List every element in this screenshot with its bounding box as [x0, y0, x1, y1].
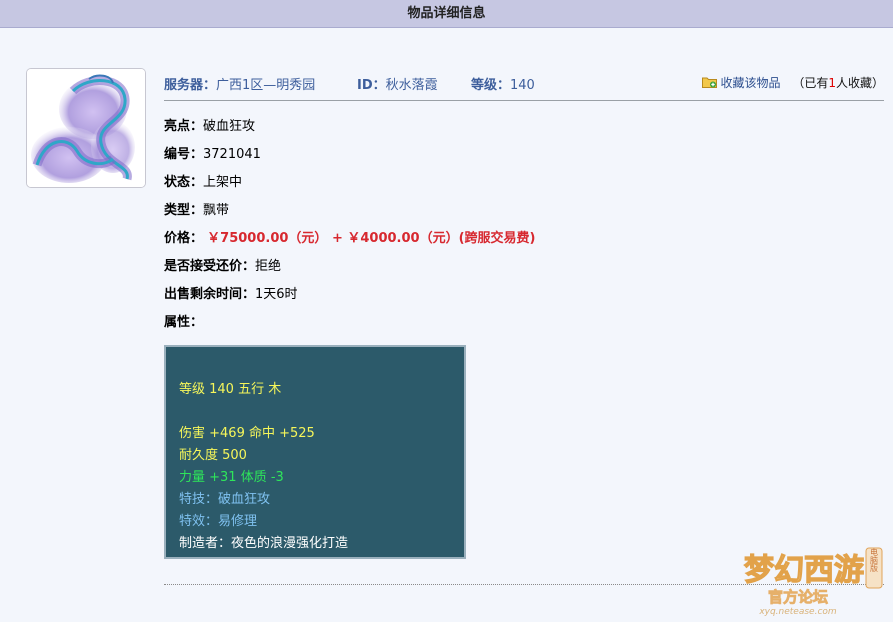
attr-special-skill: 特技：破血狂攻 [179, 492, 271, 507]
badge-text: 电脑版 [870, 547, 879, 573]
favorite-link[interactable]: 收藏该物品 [720, 76, 780, 90]
number-value: 3721041 [203, 147, 261, 162]
attributes-panel: 等级 140 五行 木 伤害 +469 命中 +525 耐久度 500 力量 +… [164, 345, 466, 559]
status-field: 状态：上架中 [164, 171, 242, 190]
attr-durability: 耐久度 500 [179, 448, 247, 463]
server-value: 广西1区—明秀园 [216, 78, 316, 93]
highlight-field: 亮点：破血狂攻 [164, 115, 255, 134]
server-info: 服务器：广西1区—明秀园 [164, 74, 315, 93]
level-info: 等级：140 [471, 74, 535, 93]
level-value: 140 [510, 78, 535, 93]
ribbon-item-icon [27, 69, 145, 187]
favorite-count-text: （已有1人收藏） [792, 76, 884, 90]
subtitle-text: 官方论坛 [768, 588, 828, 606]
id-label: ID： [357, 78, 386, 93]
price-label: 价格： [164, 231, 204, 246]
type-value: 飘带 [203, 203, 230, 218]
attr-level-element: 等级 140 五行 木 [179, 382, 282, 397]
attr-special-effect: 特效：易修理 [179, 514, 258, 529]
highlight-value: 破血狂攻 [203, 119, 256, 134]
logo-text: 梦幻西游 [744, 553, 864, 588]
attr-damage-hit: 伤害 +469 命中 +525 [179, 426, 315, 441]
bargain-value: 拒绝 [255, 259, 282, 274]
site-watermark: 梦幻西游 电脑版 官方论坛 xyq.netease.com [738, 530, 888, 618]
bargain-field: 是否接受还价：拒绝 [164, 255, 281, 274]
type-field: 类型：飘带 [164, 199, 229, 218]
attributes-field: 属性： [164, 311, 203, 330]
level-label: 等级： [471, 78, 511, 93]
domain-text: xyq.netease.com [758, 607, 837, 617]
id-value: 秋水落霞 [385, 78, 438, 93]
item-image [26, 68, 146, 188]
number-field: 编号：3721041 [164, 143, 261, 162]
remaining-value: 1天6时 [255, 287, 298, 302]
remaining-label: 出售剩余时间： [164, 287, 256, 302]
attr-maker: 制造者：夜色的浪漫强化打造 [179, 536, 349, 551]
status-value: 上架中 [203, 175, 243, 190]
favorite-button[interactable]: 收藏该物品 [702, 76, 784, 90]
favorite-count: 1 [828, 76, 836, 90]
type-label: 类型： [164, 203, 204, 218]
highlight-label: 亮点： [164, 119, 204, 134]
price-field: 价格： ￥75000.00（元） + ￥4000.00（元）(跨服交易费) [164, 227, 535, 246]
page-title: 物品详细信息 [0, 0, 893, 28]
attr-strength-constitution: 力量 +31 体质 -3 [179, 470, 284, 485]
number-label: 编号： [164, 147, 204, 162]
seller-id-info: ID：秋水落霞 [357, 74, 438, 93]
attributes-label: 属性： [164, 315, 204, 330]
remaining-time-field: 出售剩余时间：1天6时 [164, 283, 298, 302]
watermark-logo: 梦幻西游 电脑版 官方论坛 xyq.netease.com [743, 547, 883, 617]
status-label: 状态： [164, 175, 204, 190]
favorite-area: 收藏该物品 （已有1人收藏） [702, 74, 884, 91]
folder-add-icon [702, 77, 718, 88]
server-label: 服务器： [164, 78, 217, 93]
item-header-row: 服务器：广西1区—明秀园 ID：秋水落霞 等级：140 收藏该物品 （已有1人收… [164, 70, 884, 101]
price-value: ￥75000.00（元） + ￥4000.00（元）(跨服交易费) [207, 231, 536, 246]
bargain-label: 是否接受还价： [164, 259, 256, 274]
